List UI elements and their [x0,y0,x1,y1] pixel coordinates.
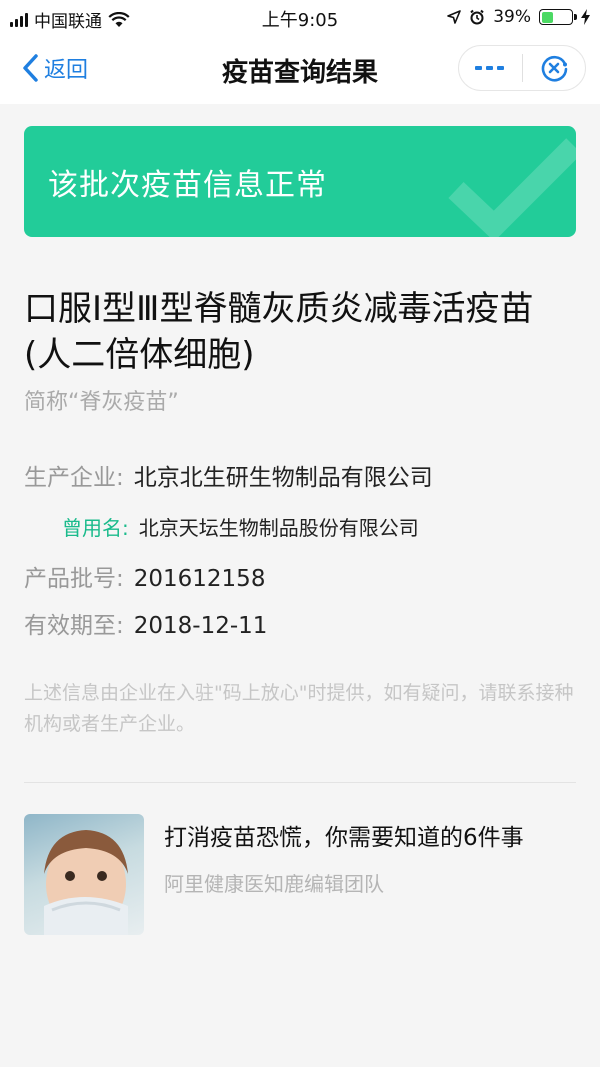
close-button[interactable] [522,46,585,90]
article-title: 打消疫苗恐慌，你需要知道的6件事 [164,825,524,851]
article-author: 阿里健康医知鹿编辑团队 [164,872,384,896]
more-dots-icon [475,66,505,70]
info-notice: 上述信息由企业在入驻"码上放心"时提供，如有疑问，请联系接种机构或者生产企业。 [24,682,574,735]
back-button[interactable]: 返回 [22,50,88,86]
batch-row: 产品批号: 201612158 [24,559,265,593]
status-bar: 中国联通 上午9:05 39% [0,0,600,34]
checkmark-icon [448,138,576,237]
alias-label: 曾用名: [62,516,129,540]
batch-label: 产品批号: [24,566,124,592]
location-arrow-icon [447,10,462,24]
close-circle-icon [541,55,568,82]
section-divider [24,782,576,783]
mini-program-capsule [458,45,586,91]
manufacturer-row: 生产企业: 北京北生研生物制品有限公司 [24,458,433,492]
alias-value: 北京天坛生物制品股份有限公司 [138,516,419,540]
status-right: 39% [447,7,590,27]
charging-bolt-icon [581,9,590,25]
battery-percent: 39% [493,7,531,27]
vaccine-name: 口服Ⅰ型Ⅲ型脊髓灰质炎减毒活疫苗(人二倍体细胞) [24,289,534,375]
battery-icon [539,9,577,25]
status-banner: 该批次疫苗信息正常 [24,126,576,237]
article-card[interactable]: 打消疫苗恐慌，你需要知道的6件事 阿里健康医知鹿编辑团队 [24,814,576,935]
child-photo-image [44,830,128,935]
banner-text: 该批次疫苗信息正常 [48,168,327,203]
alias-row: 曾用名: 北京天坛生物制品股份有限公司 [24,512,419,541]
alarm-icon [470,9,484,25]
chevron-left-icon [23,54,38,82]
batch-value: 201612158 [133,566,266,592]
manufacturer-label: 生产企业: [24,465,124,491]
battery-fill [541,11,553,23]
more-button[interactable] [459,46,522,90]
article-thumbnail [24,814,144,935]
nav-bar: 返回 疫苗查询结果 [0,34,600,104]
expiry-row: 有效期至: 2018-12-11 [24,606,267,640]
vaccine-short-name: 简称“脊灰疫苗” [24,390,179,415]
manufacturer-value: 北京北生研生物制品有限公司 [133,465,433,491]
back-label: 返回 [44,58,89,83]
expiry-label: 有效期至: [24,613,124,639]
expiry-value: 2018-12-11 [133,613,268,639]
